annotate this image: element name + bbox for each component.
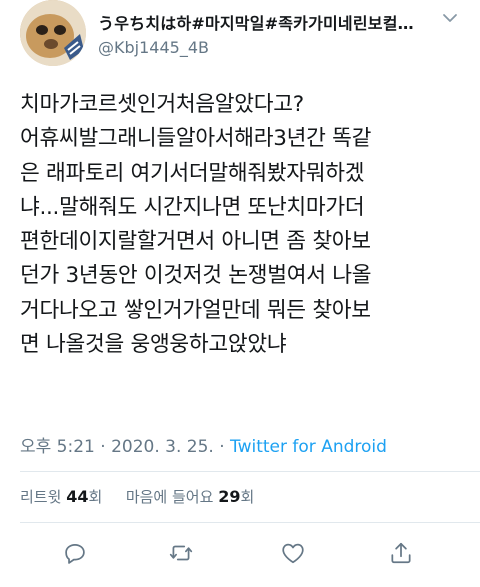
tweet-header: う우ち치は하#마지막일#족카가미네린보컬… @Kbj1445_4B — [20, 0, 460, 80]
divider — [20, 522, 480, 523]
display-name[interactable]: う우ち치は하#마지막일#족카가미네린보컬… — [98, 10, 428, 34]
like-label: 마음에 들어요 — [125, 488, 214, 506]
reply-icon[interactable] — [60, 538, 90, 568]
heart-icon[interactable] — [278, 538, 308, 568]
tweet: う우ち치は하#마지막일#족카가미네린보컬… @Kbj1445_4B 치마가코르셋… — [0, 0, 480, 587]
author-names[interactable]: う우ち치は하#마지막일#족카가미네린보컬… @Kbj1445_4B — [98, 10, 428, 57]
avatar[interactable] — [20, 0, 86, 66]
like-count: 29 — [218, 487, 241, 506]
retweet-label: 리트윗 — [20, 488, 62, 506]
retweet-stat[interactable]: 리트윗 44회 — [20, 487, 107, 506]
tweet-stats: 리트윗 44회 마음에 들어요 29회 — [20, 486, 254, 507]
like-unit: 회 — [240, 488, 255, 506]
retweet-unit: 회 — [88, 488, 103, 506]
meta-separator: · — [100, 437, 112, 457]
tweet-actions — [0, 536, 480, 570]
tweet-text-line: 냐...말해줘도 시간지나면 또난치마가더 — [20, 194, 365, 220]
divider — [20, 471, 480, 472]
tweet-text-line: 거다나오고 쌓인거가얼만데 뭐든 찾아보 — [20, 297, 371, 323]
retweet-count: 44 — [66, 487, 89, 506]
tweet-text-line: 어휴씨발그래니들알아서해라3년간 똑같 — [20, 126, 372, 152]
tweet-source-link[interactable]: Twitter for Android — [230, 437, 387, 457]
tweet-text-line: 편한데이지랄할거면서 아니면 좀 찾아보 — [20, 229, 371, 255]
user-handle[interactable]: @Kbj1445_4B — [98, 38, 428, 57]
tweet-text-line: 은 래파토리 여기서더말해줘봤자뭐하겠 — [20, 160, 365, 186]
tweet-text-line: 던가 3년동안 이것저것 논쟁벌여서 나올 — [20, 263, 372, 289]
tweet-date[interactable]: 2020. 3. 25. — [111, 437, 214, 457]
tweet-text-line: 면 나올것을 웅앵웅하고앉았냐 — [20, 332, 287, 358]
tweet-time[interactable]: 오후 5:21 — [20, 437, 95, 457]
retweet-icon[interactable] — [166, 538, 196, 568]
avatar-image — [20, 0, 86, 66]
tweet-meta: 오후 5:21 · 2020. 3. 25. · Twitter for And… — [20, 432, 387, 457]
like-stat[interactable]: 마음에 들어요 29회 — [125, 487, 255, 506]
tweet-text-line: 치마가코르셋인거처음알았다고? — [20, 92, 304, 117]
meta-separator: · — [219, 437, 231, 457]
tweet-text: 치마가코르셋인거처음알았다고? 어휴씨발그래니들알아서해라3년간 똑같 은 래파… — [20, 88, 470, 362]
chevron-down-icon[interactable] — [440, 8, 460, 28]
share-icon[interactable] — [386, 538, 416, 568]
